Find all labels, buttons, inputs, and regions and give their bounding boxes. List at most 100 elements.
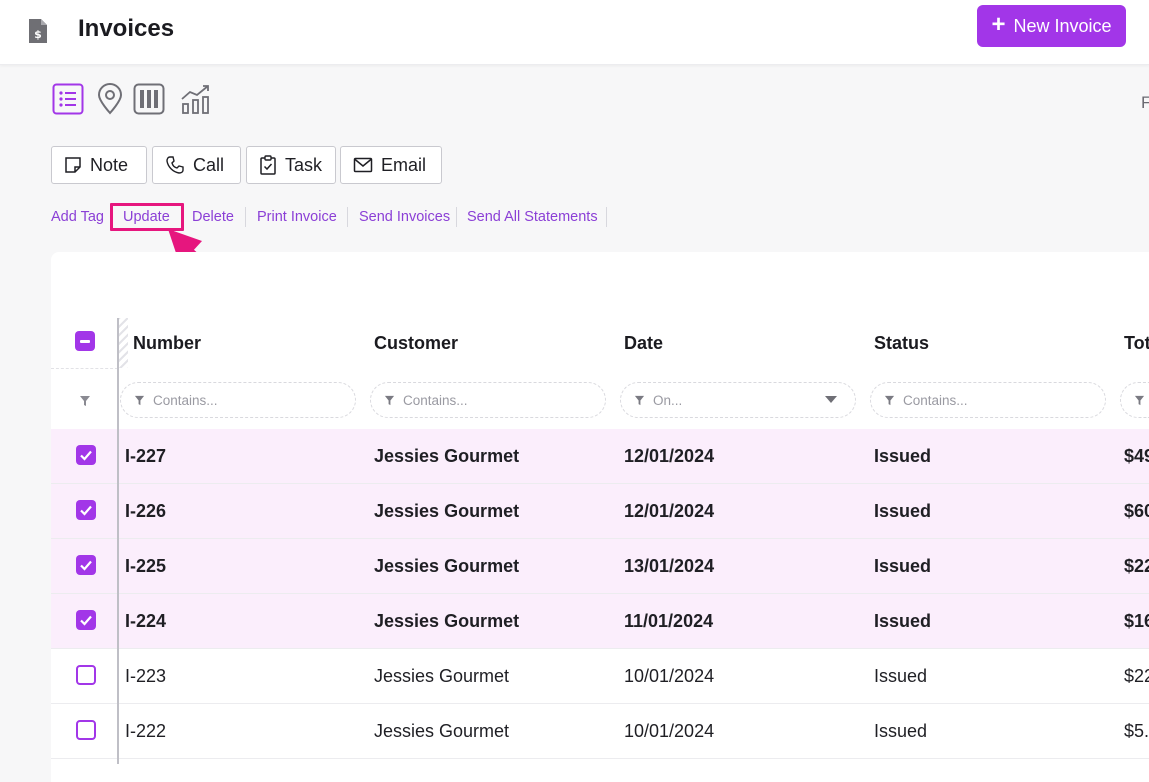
invoice-number[interactable]: I-225 (125, 539, 166, 593)
checkmark-icon (80, 615, 92, 626)
filter-icon (884, 395, 895, 405)
plus-icon: + (991, 10, 1006, 38)
task-label: Task (285, 154, 323, 175)
invoice-total: $16 (1124, 611, 1149, 631)
invoice-number[interactable]: I-224 (125, 594, 166, 648)
invoice-status: Issued (874, 446, 932, 466)
invoice-document-icon: $ (29, 19, 47, 43)
invoice-total: $22 (1124, 666, 1149, 686)
send-all-statements-link[interactable]: Send All Statements (467, 206, 598, 228)
page-title: Invoices (78, 15, 175, 42)
filter-placeholder: Contains... (403, 392, 468, 408)
total-filter-input[interactable] (1120, 382, 1149, 418)
invoice-date: 13/01/2024 (624, 556, 715, 576)
svg-text:$: $ (34, 28, 42, 41)
row-checkbox[interactable] (76, 665, 96, 685)
filter-icon (384, 395, 395, 405)
email-button[interactable]: Email (340, 146, 442, 184)
customer-name: Jessies Gourmet (374, 556, 520, 576)
phone-icon (166, 156, 184, 174)
filter-icon (1134, 395, 1145, 405)
invoice-number[interactable]: I-226 (125, 484, 166, 538)
status-filter-input[interactable]: Contains... (870, 382, 1106, 418)
table-row[interactable]: I-224 Jessies Gourmet 11/01/2024 Issued … (51, 594, 1149, 649)
number-filter-input[interactable]: Contains... (120, 382, 356, 418)
invoice-status: Issued (874, 556, 932, 576)
header-divider (51, 368, 118, 369)
invoice-date: 10/01/2024 (624, 721, 715, 741)
table-row[interactable]: I-225 Jessies Gourmet 13/01/2024 Issued … (51, 539, 1149, 594)
invoice-date: 12/01/2024 (624, 446, 715, 466)
checkmark-icon (80, 450, 92, 461)
invoice-number[interactable]: I-227 (125, 429, 166, 483)
row-checkbox[interactable] (76, 720, 96, 740)
checkmark-icon (80, 505, 92, 516)
link-divider (347, 207, 348, 227)
invoice-status: Issued (874, 721, 928, 741)
checkmark-icon (80, 560, 92, 571)
column-header-total[interactable]: Tot (1124, 333, 1149, 354)
send-invoices-link[interactable]: Send Invoices (359, 206, 450, 228)
top-bar: $ Invoices + New Invoice (0, 0, 1149, 65)
invoice-number[interactable]: I-222 (125, 704, 166, 758)
link-divider (456, 207, 457, 227)
customer-name: Jessies Gourmet (374, 721, 510, 741)
chevron-down-icon (825, 396, 837, 403)
customer-name: Jessies Gourmet (374, 501, 520, 521)
invoice-date: 12/01/2024 (624, 501, 715, 521)
link-divider (245, 207, 246, 227)
add-tag-link[interactable]: Add Tag (51, 206, 104, 228)
select-all-checkbox[interactable] (75, 331, 95, 351)
invoice-date: 10/01/2024 (624, 666, 715, 686)
invoice-number[interactable]: I-223 (125, 649, 166, 703)
customer-name: Jessies Gourmet (374, 446, 520, 466)
new-invoice-button[interactable]: + New Invoice (977, 5, 1126, 47)
column-header-date[interactable]: Date (624, 333, 663, 354)
invoice-date: 11/01/2024 (624, 611, 714, 631)
frozen-column-divider (117, 318, 119, 764)
note-icon (65, 157, 81, 173)
invoice-status: Issued (874, 611, 932, 631)
invoice-status: Issued (874, 666, 928, 686)
column-header-number[interactable]: Number (133, 333, 201, 354)
filter-placeholder: Contains... (153, 392, 218, 408)
date-filter-select[interactable]: On... (620, 382, 856, 418)
print-invoice-link[interactable]: Print Invoice (257, 206, 337, 228)
invoice-total: $49 (1124, 446, 1149, 466)
filter-placeholder: Contains... (903, 392, 968, 408)
row-checkbox[interactable] (76, 555, 96, 575)
filter-icon (634, 395, 645, 405)
chart-icon[interactable] (180, 83, 212, 115)
call-button[interactable]: Call (152, 146, 241, 184)
task-button[interactable]: Task (246, 146, 336, 184)
note-button[interactable]: Note (51, 146, 147, 184)
row-checkbox[interactable] (76, 445, 96, 465)
filter-icon (134, 395, 145, 405)
note-label: Note (90, 154, 129, 175)
customer-filter-input[interactable]: Contains... (370, 382, 606, 418)
table-row[interactable]: I-223 Jessies Gourmet 10/01/2024 Issued … (51, 649, 1149, 704)
row-checkbox[interactable] (76, 610, 96, 630)
table-row[interactable]: I-226 Jessies Gourmet 12/01/2024 Issued … (51, 484, 1149, 539)
kanban-icon[interactable] (133, 83, 165, 115)
filter-icon (80, 396, 90, 406)
invoice-total: $60 (1124, 501, 1149, 521)
filter-placeholder: On... (653, 392, 683, 408)
column-header-customer[interactable]: Customer (374, 333, 458, 354)
customer-name: Jessies Gourmet (374, 611, 520, 631)
column-header-status[interactable]: Status (874, 333, 929, 354)
column-resize-area[interactable] (118, 318, 128, 368)
table-row[interactable]: I-222 Jessies Gourmet 10/01/2024 Issued … (51, 704, 1149, 759)
call-label: Call (193, 154, 225, 175)
clipboard-check-icon (260, 155, 276, 175)
table-row[interactable]: I-227 Jessies Gourmet 12/01/2024 Issued … (51, 429, 1149, 484)
map-pin-icon[interactable] (94, 83, 126, 115)
invoice-status: Issued (874, 501, 932, 521)
invoice-total: $5. (1124, 721, 1149, 741)
customer-name: Jessies Gourmet (374, 666, 510, 686)
row-checkbox[interactable] (76, 500, 96, 520)
invoice-total: $22 (1124, 556, 1149, 576)
envelope-icon (353, 157, 373, 173)
new-invoice-label: New Invoice (1013, 15, 1112, 36)
list-view-icon[interactable] (52, 83, 84, 115)
